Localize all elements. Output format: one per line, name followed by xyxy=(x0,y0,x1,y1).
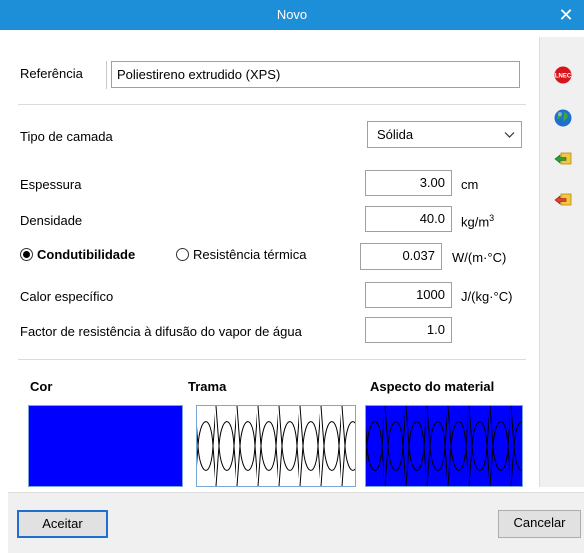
factor-label: Factor de resistência à difusão do vapor… xyxy=(20,324,302,339)
globe-icon xyxy=(554,109,572,127)
condutibilidade-radio[interactable]: Condutibilidade xyxy=(20,247,135,262)
aspecto-swatch[interactable] xyxy=(365,405,523,487)
side-toolbar: LNEC xyxy=(539,37,584,487)
trama-swatch[interactable] xyxy=(196,405,356,487)
globe-button[interactable] xyxy=(554,109,572,127)
import-button[interactable] xyxy=(554,150,572,168)
densidade-unit: kg/m3 xyxy=(461,213,494,229)
aceitar-button[interactable]: Aceitar xyxy=(17,510,108,538)
calor-especifico-unit: J/(kg·°C) xyxy=(461,289,513,304)
calor-especifico-input[interactable]: 1000 xyxy=(365,282,452,308)
title-bar: Novo ✕ xyxy=(0,0,584,30)
export-button[interactable] xyxy=(554,191,572,209)
window-title: Novo xyxy=(276,7,308,22)
separator xyxy=(18,359,526,360)
close-icon: ✕ xyxy=(558,5,574,25)
densidade-unit-base: kg/m xyxy=(461,214,490,230)
cancelar-button[interactable]: Cancelar xyxy=(498,510,581,538)
footer-bar: Aceitar Cancelar xyxy=(8,492,584,553)
aspecto-pattern xyxy=(366,406,522,486)
separator xyxy=(18,104,526,105)
lnec-icon: LNEC xyxy=(554,66,572,84)
import-arrow-icon xyxy=(554,152,572,165)
densidade-unit-sup: 3 xyxy=(489,213,495,223)
lnec-button[interactable]: LNEC xyxy=(554,66,572,84)
tipo-camada-label: Tipo de camada xyxy=(20,129,113,144)
espessura-input[interactable]: 3.00 xyxy=(365,170,452,196)
lnec-icon-text: LNEC xyxy=(555,74,572,80)
chevron-down-icon xyxy=(504,132,515,138)
factor-input[interactable]: 1.0 xyxy=(365,317,452,343)
espessura-unit: cm xyxy=(461,177,479,192)
referencia-input[interactable]: Poliestireno extrudido (XPS) xyxy=(111,61,520,88)
resistencia-termica-radio-label: Resistência térmica xyxy=(193,247,307,262)
export-arrow-icon xyxy=(554,193,572,206)
referencia-divider xyxy=(106,61,107,89)
tipo-camada-select[interactable]: Sólida xyxy=(367,121,522,148)
resistencia-termica-radio[interactable]: Resistência térmica xyxy=(176,247,306,262)
close-button[interactable]: ✕ xyxy=(548,0,584,30)
form-panel: Referência Poliestireno extrudido (XPS) … xyxy=(8,37,536,487)
densidade-label: Densidade xyxy=(20,213,83,228)
tipo-camada-value: Sólida xyxy=(377,127,414,142)
radio-checked-icon xyxy=(20,248,33,261)
cor-swatch[interactable] xyxy=(28,405,183,487)
radio-unchecked-icon xyxy=(176,248,189,261)
condutibilidade-radio-label: Condutibilidade xyxy=(37,247,136,262)
referencia-label: Referência xyxy=(20,66,83,81)
espessura-label: Espessura xyxy=(20,177,82,192)
trama-pattern xyxy=(197,406,355,486)
condutibilidade-input[interactable]: 0.037 xyxy=(360,243,442,270)
cor-title: Cor xyxy=(30,379,53,394)
condutibilidade-unit: W/(m·°C) xyxy=(452,250,507,265)
calor-especifico-label: Calor específico xyxy=(20,289,114,304)
trama-title: Trama xyxy=(188,379,227,394)
densidade-input[interactable]: 40.0 xyxy=(365,206,452,232)
aspecto-title: Aspecto do material xyxy=(370,379,495,394)
